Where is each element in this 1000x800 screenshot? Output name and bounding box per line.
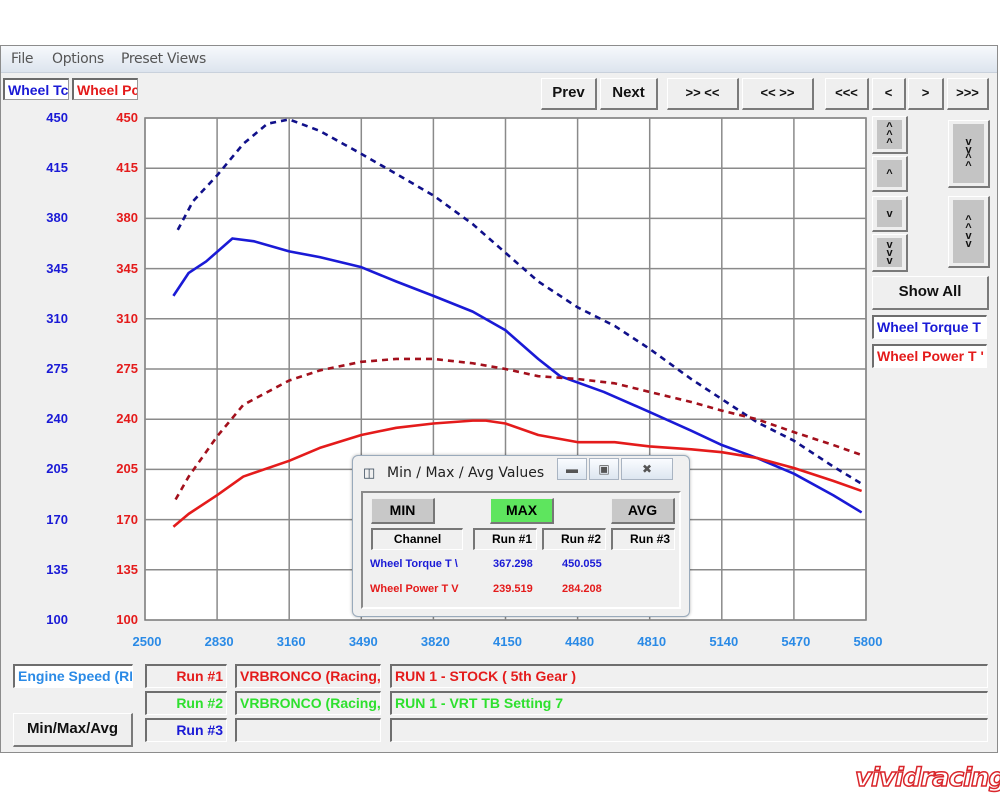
y-tick-label-power: 170 [116, 511, 138, 527]
x-tick-label: 2500 [132, 634, 162, 649]
chevron-up-icon: ^ [877, 160, 902, 187]
restore-icon: ▣ [598, 462, 610, 476]
scroll-up-button[interactable]: ^ [872, 156, 908, 192]
y-tick-label-power: 415 [116, 160, 138, 176]
y-tick-label-torque: 135 [46, 561, 68, 577]
x-tick-label: 3160 [276, 634, 306, 649]
scroll-left-button[interactable]: < [872, 78, 906, 110]
triple-chevron-down-icon: vvv [877, 238, 902, 267]
row-torque-channel: Wheel Torque T \ [370, 558, 458, 570]
y-tick-label-power: 100 [116, 612, 138, 627]
run-3-description[interactable] [390, 718, 988, 742]
run-3-label: Run #3 [145, 718, 227, 742]
avg-button[interactable]: AVG [611, 498, 675, 524]
min-max-avg-button[interactable]: Min/Max/Avg [13, 713, 133, 747]
compress-vertical-icon: ^ ^ v v [953, 200, 984, 263]
y-tick-label-torque: 415 [46, 160, 68, 176]
x-tick-label: 4480 [565, 634, 595, 649]
legend-wheel-torque[interactable]: Wheel Torque T [872, 315, 987, 339]
x-tick-label: 5470 [781, 634, 811, 649]
scroll-last-button[interactable]: >>> [947, 78, 989, 110]
expand-vertical-button[interactable]: v v ^ ^ [948, 120, 990, 188]
y-tick-label-power: 310 [116, 310, 138, 326]
y-tick-label-torque: 310 [46, 310, 68, 326]
x-tick-label: 3490 [348, 634, 378, 649]
run-3-vehicle[interactable] [235, 718, 381, 742]
x-tick-label: 4810 [637, 634, 667, 649]
row-power-run-2: 284.208 [562, 583, 602, 595]
legend-wheel-power[interactable]: Wheel Power T ' [872, 344, 987, 368]
y-tick-label-torque: 380 [46, 210, 68, 226]
prev-button[interactable]: Prev [541, 78, 597, 110]
menu-options[interactable]: Options [52, 51, 104, 67]
y-tick-label-power: 135 [116, 561, 138, 577]
maximize-button[interactable]: ▣ [589, 458, 619, 480]
row-torque-run-2: 450.055 [562, 558, 602, 570]
y-tick-label-power: 205 [116, 461, 138, 477]
header-channel: Channel [371, 528, 463, 550]
y-tick-label-power: 240 [116, 411, 138, 427]
y-tick-label-torque: 240 [46, 411, 68, 427]
scroll-first-button[interactable]: <<< [825, 78, 869, 110]
run-1-label: Run #1 [145, 664, 227, 688]
x-channel-field[interactable]: Engine Speed (RI [13, 664, 133, 688]
min-button[interactable]: MIN [371, 498, 435, 524]
minimize-icon: ▬ [566, 462, 578, 476]
minimize-button[interactable]: ▬ [557, 458, 587, 480]
y-tick-label-torque: 345 [46, 260, 68, 276]
y-tick-label-power: 275 [116, 361, 138, 376]
next-button[interactable]: Next [600, 78, 658, 110]
header-run-2: Run #2 [542, 528, 606, 550]
expand-vertical-icon: v v ^ ^ [953, 124, 984, 183]
y-tick-label-torque: 100 [46, 612, 68, 627]
run-2-label: Run #2 [145, 691, 227, 715]
max-button[interactable]: MAX [490, 498, 554, 524]
chevron-down-icon: v [877, 200, 902, 227]
y-tick-label-torque: 450 [46, 110, 68, 125]
row-torque-run-1: 367.298 [493, 558, 533, 570]
header-run-1: Run #1 [473, 528, 537, 550]
scroll-right-button[interactable]: > [908, 78, 944, 110]
zoom-out-button[interactable]: << >> [742, 78, 814, 110]
run-1-vehicle[interactable]: VRBRONCO (Racing, \ [235, 664, 381, 688]
zoom-in-button[interactable]: >> << [667, 78, 739, 110]
vividracing-logo: vividracing [854, 762, 1000, 794]
x-tick-label: 2830 [204, 634, 234, 649]
scroll-up-fast-button[interactable]: ^ ^ ^ [872, 116, 908, 154]
tab-wheel-power[interactable]: Wheel Pc [72, 78, 138, 100]
run-2-description[interactable]: RUN 1 - VRT TB Setting 7 [390, 691, 988, 715]
y-tick-label-torque: 275 [46, 361, 68, 376]
x-tick-label: 5140 [709, 634, 739, 649]
tab-wheel-torque[interactable]: Wheel Tc [3, 78, 69, 100]
show-all-button[interactable]: Show All [872, 276, 989, 310]
x-tick-label: 5800 [853, 634, 883, 649]
y-tick-label-power: 380 [116, 210, 138, 226]
scroll-down-fast-button[interactable]: vvv [872, 234, 908, 272]
close-icon: ✖ [641, 462, 653, 476]
triple-chevron-up-icon: ^ ^ ^ [877, 120, 902, 149]
x-tick-label: 3820 [420, 634, 450, 649]
menu-file[interactable]: File [11, 51, 34, 67]
run-2-vehicle[interactable]: VRBRONCO (Racing, \ [235, 691, 381, 715]
run-1-description[interactable]: RUN 1 - STOCK ( 5th Gear ) [390, 664, 988, 688]
close-button[interactable]: ✖ [621, 458, 673, 480]
y-tick-label-torque: 205 [46, 461, 68, 477]
menu-bar: File Options Preset Views [1, 46, 997, 73]
row-power-channel: Wheel Power T V [370, 583, 459, 595]
y-tick-label-torque: 170 [46, 511, 68, 527]
y-tick-label-power: 450 [116, 110, 138, 125]
y-tick-label-power: 345 [116, 260, 138, 276]
dialog-title: Min / Max / Avg Values [387, 465, 545, 481]
row-power-run-1: 239.519 [493, 583, 533, 595]
menu-preset-views[interactable]: Preset Views [121, 51, 206, 67]
header-run-3: Run #3 [611, 528, 675, 550]
window-icon: ◫ [363, 465, 376, 480]
x-tick-label: 4150 [493, 634, 522, 649]
min-max-avg-dialog: ◫ Min / Max / Avg Values ▬ ▣ ✖ MIN MAX A… [352, 455, 690, 617]
scroll-down-button[interactable]: v [872, 196, 908, 232]
compress-vertical-button[interactable]: ^ ^ v v [948, 196, 990, 268]
